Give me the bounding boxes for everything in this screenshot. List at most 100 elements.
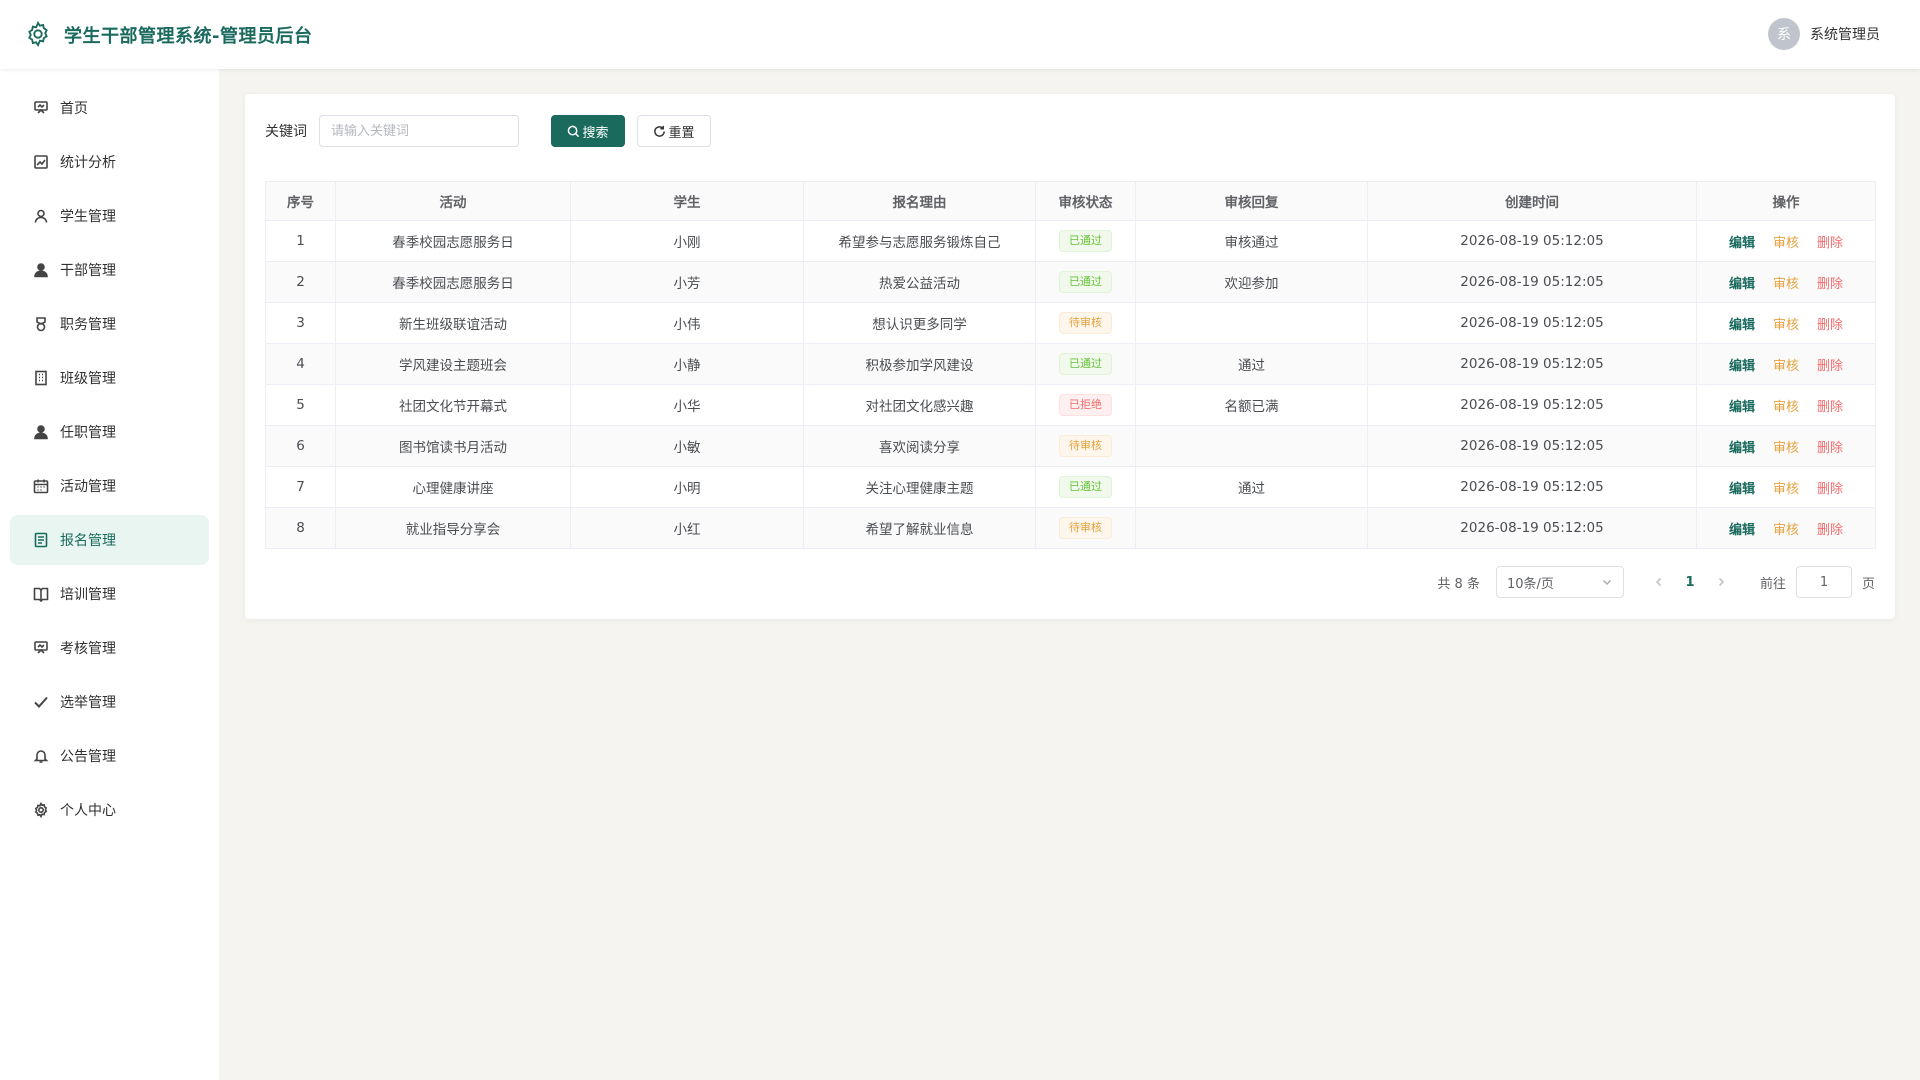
user-name[interactable]: 系统管理员 xyxy=(1810,24,1880,44)
chevron-right-icon xyxy=(1718,577,1725,587)
sidebar-item-profile[interactable]: 个人中心 xyxy=(10,785,209,835)
status-cell: 待审核 xyxy=(1035,425,1136,467)
page-size-select[interactable]: 10条/页 xyxy=(1495,566,1624,598)
created-time-cell: 2026-08-19 05:12:05 xyxy=(1367,466,1697,508)
audit-button[interactable]: 审核 xyxy=(1773,236,1799,251)
table-row: 6 图书馆读书月活动 小敏 喜欢阅读分享 待审核 2026-08-19 05:12:05 编… xyxy=(265,425,1876,467)
sidebar-item-students[interactable]: 学生管理 xyxy=(10,191,209,241)
sidebar-item-cadres[interactable]: 干部管理 xyxy=(10,245,209,295)
sidebar-item-announcements[interactable]: 公告管理 xyxy=(10,731,209,781)
search-button[interactable]: 搜索 xyxy=(551,115,625,147)
top-header: 学生干部管理系统-管理员后台 系 系统管理员 xyxy=(0,0,1920,69)
delete-button[interactable]: 删除 xyxy=(1817,277,1843,292)
reason-cell: 热爱公益活动 xyxy=(803,261,1036,303)
delete-button[interactable]: 删除 xyxy=(1817,359,1843,374)
actions-cell: 编辑 审核 删除 xyxy=(1696,261,1876,303)
actions-cell: 编辑 审核 删除 xyxy=(1696,507,1876,549)
audit-button[interactable]: 审核 xyxy=(1773,318,1799,333)
app-title: 学生干部管理系统-管理员后台 xyxy=(64,26,313,47)
table-row: 3 新生班级联谊活动 小伟 想认识更多同学 待审核 2026-08-19 05:12:05… xyxy=(265,302,1876,344)
table-row: 4 学风建设主题班会 小静 积极参加学风建设 已通过 通过 2026-08-19 05:12… xyxy=(265,343,1876,385)
table-row: 7 心理健康讲座 小明 关注心理健康主题 已通过 通过 2026-08-19 05:12:0… xyxy=(265,466,1876,508)
delete-button[interactable]: 删除 xyxy=(1817,482,1843,497)
sidebar-item-classes[interactable]: 班级管理 xyxy=(10,353,209,403)
prev-page-button[interactable] xyxy=(1644,567,1674,597)
user-menu[interactable]: 系 系统管理员 xyxy=(1768,18,1880,50)
sidebar-item-training[interactable]: 培训管理 xyxy=(10,569,209,619)
reset-button[interactable]: 重置 xyxy=(637,115,711,147)
delete-button[interactable]: 删除 xyxy=(1817,400,1843,415)
sidebar-item-positions[interactable]: 职务管理 xyxy=(10,299,209,349)
status-badge: 已通过 xyxy=(1059,476,1112,498)
chevron-left-icon xyxy=(1655,577,1662,587)
index-cell: 3 xyxy=(265,302,336,344)
delete-button[interactable]: 删除 xyxy=(1817,318,1843,333)
audit-button[interactable]: 审核 xyxy=(1773,523,1799,538)
reply-cell xyxy=(1135,507,1368,549)
sidebar-item-activities[interactable]: 活动管理 xyxy=(10,461,209,511)
column-header: 学生 xyxy=(570,181,804,221)
edit-button[interactable]: 编辑 xyxy=(1729,482,1755,497)
sidebar-item-statistics[interactable]: 统计分析 xyxy=(10,137,209,187)
student-cell: 小敏 xyxy=(570,425,804,467)
delete-button[interactable]: 删除 xyxy=(1817,441,1843,456)
avatar[interactable]: 系 xyxy=(1768,18,1800,50)
table-row: 1 春季校园志愿服务日 小刚 希望参与志愿服务锻炼自己 已通过 审核通过 2026-08-1… xyxy=(265,220,1876,262)
edit-button[interactable]: 编辑 xyxy=(1729,236,1755,251)
sidebar-item-label: 首页 xyxy=(60,101,88,117)
sidebar-item-label: 活动管理 xyxy=(60,479,116,495)
pagination: 共 8 条 10条/页 1 前往 页 xyxy=(1437,566,1875,598)
actions-cell: 编辑 审核 删除 xyxy=(1696,220,1876,262)
sidebar-item-label: 任职管理 xyxy=(60,425,116,441)
created-time-cell: 2026-08-19 05:12:05 xyxy=(1367,384,1697,426)
refresh-icon xyxy=(654,125,666,137)
status-badge: 待审核 xyxy=(1059,517,1112,539)
sidebar-item-appointments[interactable]: 任职管理 xyxy=(10,407,209,457)
sidebar-item-label: 职务管理 xyxy=(60,317,116,333)
sidebar-item-label: 学生管理 xyxy=(60,209,116,225)
registration-table: 序号 活动 学生 报名理由 审核状态 审核回复 创建时间 操作 1 春季校园志愿服… xyxy=(265,181,1876,549)
sidebar-item-assessment[interactable]: 考核管理 xyxy=(10,623,209,673)
edit-button[interactable]: 编辑 xyxy=(1729,441,1755,456)
document-icon xyxy=(32,531,50,549)
reply-cell xyxy=(1135,302,1368,344)
created-time-cell: 2026-08-19 05:12:05 xyxy=(1367,302,1697,344)
reason-cell: 对社团文化感兴趣 xyxy=(803,384,1036,426)
audit-button[interactable]: 审核 xyxy=(1773,277,1799,292)
reset-button-label: 重置 xyxy=(668,125,695,141)
table-header-row: 序号 活动 学生 报名理由 审核状态 审核回复 创建时间 操作 xyxy=(265,181,1876,221)
sidebar-item-home[interactable]: 首页 xyxy=(10,83,209,133)
page-number-current[interactable]: 1 xyxy=(1674,567,1706,597)
keyword-input[interactable] xyxy=(319,115,519,147)
edit-button[interactable]: 编辑 xyxy=(1729,400,1755,415)
edit-button[interactable]: 编辑 xyxy=(1729,277,1755,292)
index-cell: 2 xyxy=(265,261,336,303)
reply-cell: 欢迎参加 xyxy=(1135,261,1368,303)
audit-button[interactable]: 审核 xyxy=(1773,441,1799,456)
table-row: 2 春季校园志愿服务日 小芳 热爱公益活动 已通过 欢迎参加 2026-08-19 05:1… xyxy=(265,261,1876,303)
delete-button[interactable]: 删除 xyxy=(1817,523,1843,538)
audit-button[interactable]: 审核 xyxy=(1773,400,1799,415)
status-cell: 已通过 xyxy=(1035,466,1136,508)
edit-button[interactable]: 编辑 xyxy=(1729,359,1755,374)
page-jump-input[interactable] xyxy=(1795,566,1852,598)
audit-button[interactable]: 审核 xyxy=(1773,482,1799,497)
keyword-label: 关键词 xyxy=(265,124,307,140)
next-page-button[interactable] xyxy=(1706,567,1736,597)
sidebar-item-label: 培训管理 xyxy=(60,587,116,603)
reason-cell: 积极参加学风建设 xyxy=(803,343,1036,385)
sidebar-item-registrations[interactable]: 报名管理 xyxy=(10,515,209,565)
sidebar-item-elections[interactable]: 选举管理 xyxy=(10,677,209,727)
index-cell: 7 xyxy=(265,466,336,508)
created-time-cell: 2026-08-19 05:12:05 xyxy=(1367,261,1697,303)
book-icon xyxy=(32,585,50,603)
audit-button[interactable]: 审核 xyxy=(1773,359,1799,374)
reply-cell: 通过 xyxy=(1135,466,1368,508)
total-count: 共 8 条 xyxy=(1437,576,1480,592)
edit-button[interactable]: 编辑 xyxy=(1729,523,1755,538)
gear-icon xyxy=(32,801,50,819)
delete-button[interactable]: 删除 xyxy=(1817,236,1843,251)
edit-button[interactable]: 编辑 xyxy=(1729,318,1755,333)
reason-cell: 喜欢阅读分享 xyxy=(803,425,1036,467)
reply-cell: 审核通过 xyxy=(1135,220,1368,262)
